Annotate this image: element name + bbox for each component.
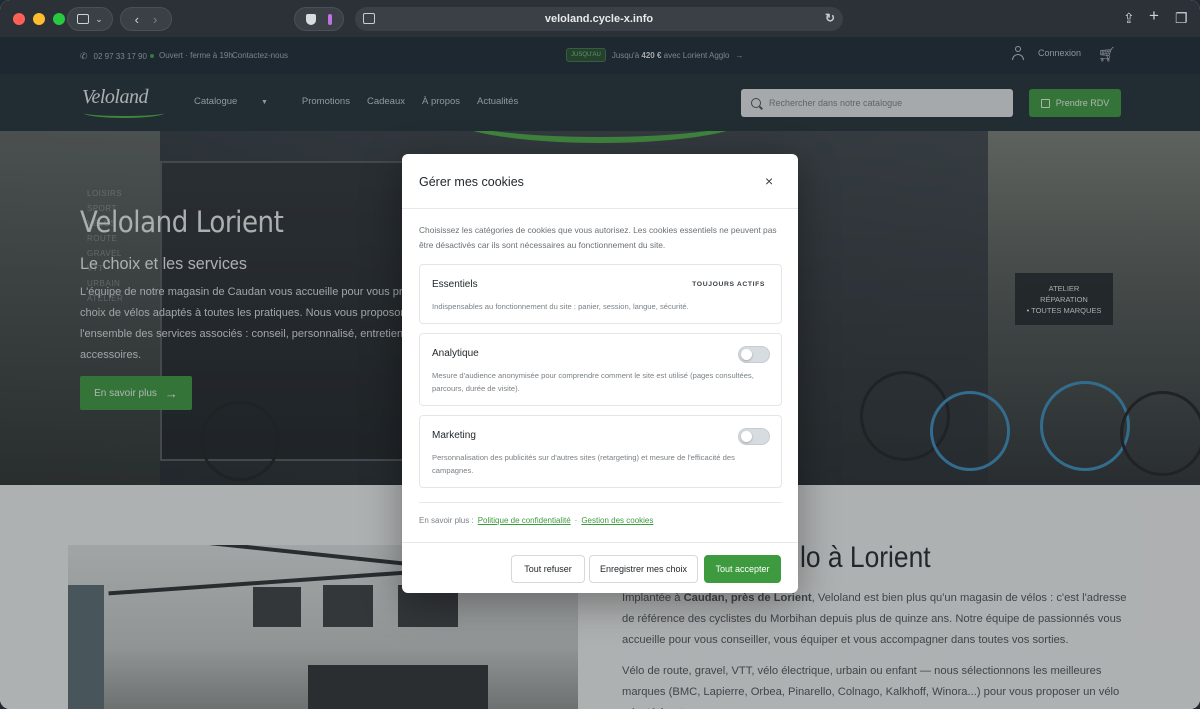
dialog-footer: Tout refuser Enregistrer mes choix Tout … <box>402 542 798 593</box>
toggle-knob <box>741 431 752 442</box>
category-description: Indispensables au fonctionnement du site… <box>432 302 689 311</box>
toggle-knob <box>741 349 752 360</box>
link-separator: · <box>574 516 578 525</box>
links-prefix: En savoir plus : <box>419 516 474 525</box>
tabs-overview-icon[interactable]: ❐ <box>1175 10 1188 26</box>
history-nav: ‹ › <box>120 7 172 31</box>
save-choices-button[interactable]: Enregistrer mes choix <box>589 555 698 583</box>
shield-icon[interactable] <box>306 13 316 25</box>
cookie-category-analytique: Analytique Mesure d'audience anonymisée … <box>419 333 782 406</box>
address-bar[interactable]: veloland.cycle-x.info ↻ <box>355 7 843 31</box>
window-controls <box>13 12 65 25</box>
share-icon[interactable]: ⇪ <box>1123 10 1135 26</box>
page-icon <box>363 13 375 24</box>
dialog-intro: Choisissez les catégories de cookies que… <box>419 225 777 250</box>
new-tab-icon[interactable]: + <box>1149 7 1159 24</box>
dialog-header: Gérer mes cookies × <box>402 154 798 209</box>
reload-icon[interactable]: ↻ <box>825 11 835 25</box>
sidebar-toggle-button[interactable]: ⌄ <box>67 7 113 31</box>
url-text: veloland.cycle-x.info <box>544 13 654 25</box>
chevron-down-icon: ⌄ <box>95 13 103 24</box>
cookie-category-marketing: Marketing Personnalisation des publicité… <box>419 415 782 488</box>
minimize-window-button[interactable] <box>33 12 45 25</box>
policy-links: En savoir plus : Politique de confidenti… <box>419 516 653 525</box>
maximize-window-button[interactable] <box>53 12 65 25</box>
back-button[interactable]: ‹ <box>135 12 139 27</box>
divider <box>419 502 782 503</box>
category-name: Analytique <box>432 348 479 359</box>
refuse-all-button[interactable]: Tout refuser <box>511 555 585 583</box>
close-icon[interactable]: × <box>765 174 773 188</box>
close-window-button[interactable] <box>13 12 25 25</box>
extensions-group <box>294 7 344 31</box>
category-name: Marketing <box>432 430 476 441</box>
sidebar-icon <box>77 14 90 24</box>
category-description: Mesure d'audience anonymisée pour compre… <box>432 371 754 393</box>
cookie-policy-link[interactable]: Gestion des cookies <box>581 516 653 525</box>
category-name: Essentiels <box>432 279 478 290</box>
analytics-toggle[interactable] <box>738 346 770 363</box>
browser-toolbar: ⌄ ‹ › veloland.cycle-x.info ↻ ⇪ + ❐ <box>0 0 1200 37</box>
marketing-toggle[interactable] <box>738 428 770 445</box>
browser-window: ⌄ ‹ › veloland.cycle-x.info ↻ ⇪ + ❐ ✆ 02… <box>0 0 1200 709</box>
accept-all-button[interactable]: Tout accepter <box>704 555 781 583</box>
cookie-category-essentiels: Essentiels TOUJOURS ACTIFS Indispensable… <box>419 264 782 324</box>
always-active-badge: TOUJOURS ACTIFS <box>692 281 765 288</box>
forward-button[interactable]: › <box>153 12 157 27</box>
dialog-title: Gérer mes cookies <box>419 175 524 189</box>
cookie-consent-dialog: Gérer mes cookies × Choisissez les catég… <box>402 154 798 593</box>
category-description: Personnalisation des publicités sur d'au… <box>432 453 735 475</box>
privacy-policy-link[interactable]: Politique de confidentialité <box>478 516 571 525</box>
key-icon[interactable] <box>328 13 332 25</box>
